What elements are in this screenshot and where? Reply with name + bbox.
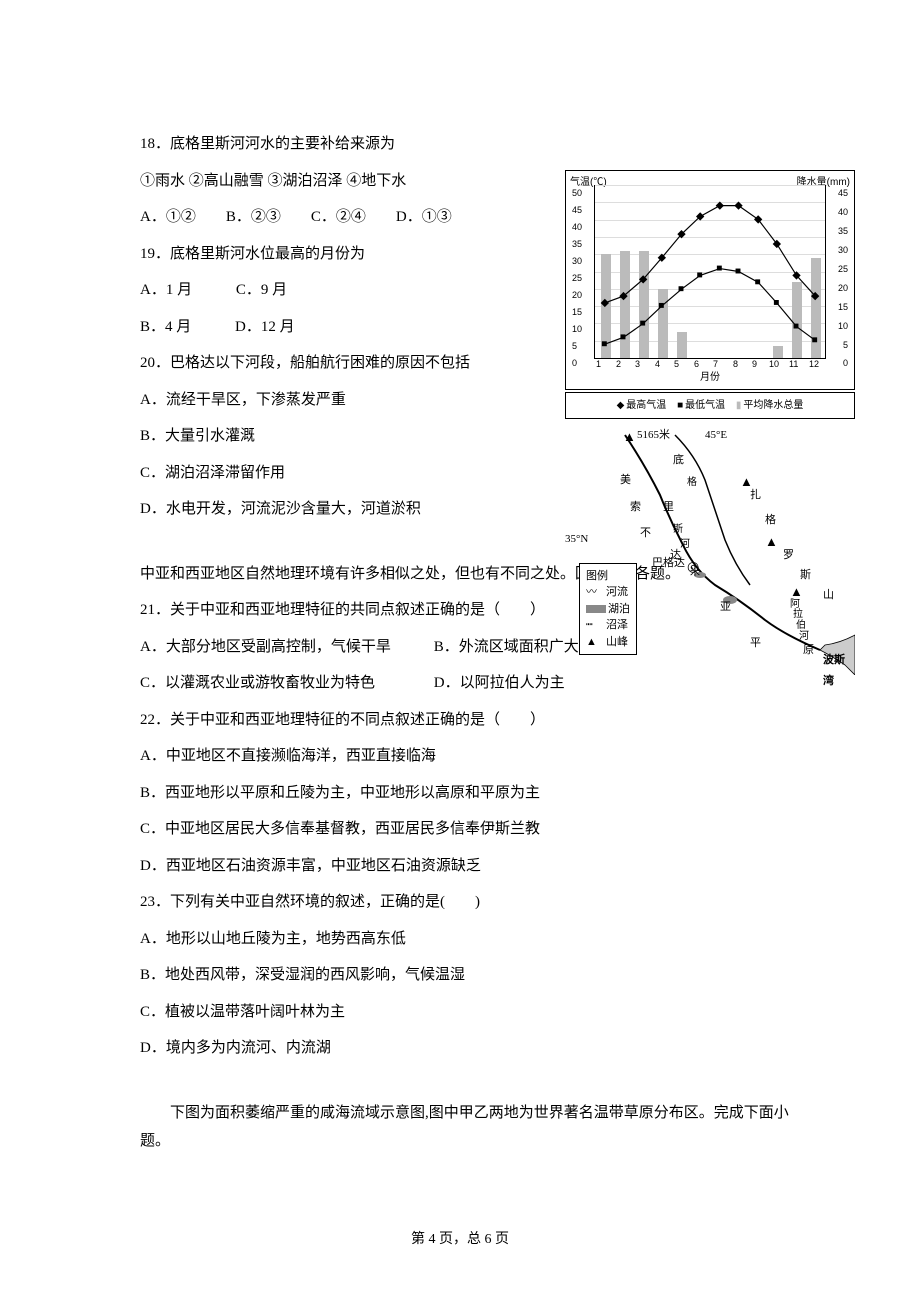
q23-stem: 23．下列有关中亚自然环境的叙述，正确的是( ) — [140, 888, 800, 917]
q20-a: A．流经干旱区，下渗蒸发严重 — [140, 386, 565, 415]
q19-b: B．4 月 — [140, 313, 191, 342]
city-baghdad: 巴格达 — [652, 553, 685, 574]
q19-stem: 19．底格里斯河水位最高的月份为 — [140, 240, 565, 269]
q21-c: C．以灌溉农业或游牧畜牧业为特色 — [140, 669, 430, 698]
q21-a: A．大部分地区受副高控制，气候干旱 — [140, 633, 430, 662]
map-legend-title: 图例 — [586, 568, 630, 585]
q23-d: D．境内多为内流河、内流湖 — [140, 1034, 800, 1063]
q21-b: B．外流区域面积广大 — [434, 639, 579, 655]
q18-a: A．①② — [140, 203, 196, 232]
longitude-label: 45°E — [705, 425, 727, 446]
q18-d: D．①③ — [396, 203, 452, 232]
q20-d: D．水电开发，河流泥沙含量大，河道淤积 — [140, 495, 565, 524]
q19-c: C．9 月 — [236, 282, 287, 298]
q19-a: A．1 月 — [140, 276, 192, 305]
q18-stem: 18．底格里斯河河水的主要补给来源为 — [140, 130, 565, 159]
q23-a: A．地形以山地丘陵为主，地势西高东低 — [140, 925, 800, 954]
q23-c: C．植被以温带落叶阔叶林为主 — [140, 998, 800, 1027]
peak-icon: ▲ — [623, 425, 636, 450]
climate-chart: 气温(℃) 降水量(mm) 50 45 40 35 30 25 20 15 10… — [565, 170, 855, 390]
figure-panel: 气温(℃) 降水量(mm) 50 45 40 35 30 25 20 15 10… — [565, 170, 860, 675]
tigris-map: ▲ 5165米 45°E ▲ ▲ ▲ 35°N 美 索 不 达 米 亚 底 格 … — [565, 425, 855, 675]
page-footer: 第 4 页，总 6 页 — [0, 1227, 920, 1254]
q20-stem: 20．巴格达以下河段，船舶航行困难的原因不包括 — [140, 349, 565, 378]
q21-d: D．以阿拉伯人为主 — [434, 675, 565, 691]
passage-24: 下图为面积萎缩严重的咸海流域示意图,图中甲乙两地为世界著名温带草原分布区。完成下… — [140, 1099, 800, 1156]
q19-d: D．12 月 — [235, 319, 295, 335]
q22-d: D．西亚地区石油资源丰富，中亚地区石油资源缺乏 — [140, 852, 800, 881]
q18-options: A．①② B．②③ C．②④ D．①③ — [140, 203, 565, 232]
plot-area — [594, 185, 826, 359]
q22-a: A．中亚地区不直接濒临海洋，西亚直接临海 — [140, 742, 800, 771]
chart-legend: 最高气温 最低气温 平均降水总量 — [565, 392, 855, 419]
legend-precip: 平均降水总量 — [736, 396, 804, 415]
q18-items: ①雨水 ②高山融雪 ③湖泊沼泽 ④地下水 — [140, 167, 565, 196]
legend-high-temp: 最高气温 — [617, 396, 667, 415]
q22-stem: 22．关于中亚和西亚地理特征的不同点叙述正确的是（ ） — [140, 706, 800, 735]
q20-c: C．湖泊沼泽滞留作用 — [140, 459, 565, 488]
q23-b: B．地处西风带，深受湿润的西风影响，气候温湿 — [140, 961, 800, 990]
q22-b: B．西亚地形以平原和丘陵为主，中亚地形以高原和平原为主 — [140, 779, 800, 808]
x-axis-label: 月份 — [566, 368, 854, 387]
legend-low-temp: 最低气温 — [677, 396, 725, 415]
q18-c: C．②④ — [311, 203, 366, 232]
q20-b: B．大量引水灌溉 — [140, 422, 565, 451]
q22-c: C．中亚地区居民大多信奉基督教，西亚居民多信奉伊斯兰教 — [140, 815, 800, 844]
map-legend: 图例 〰河流 湖泊 ┉沼泽 ▲山峰 — [579, 563, 637, 656]
q18-b: B．②③ — [226, 203, 281, 232]
latitude-label: 35°N — [565, 529, 588, 550]
peak-label: 5165米 — [637, 425, 670, 446]
